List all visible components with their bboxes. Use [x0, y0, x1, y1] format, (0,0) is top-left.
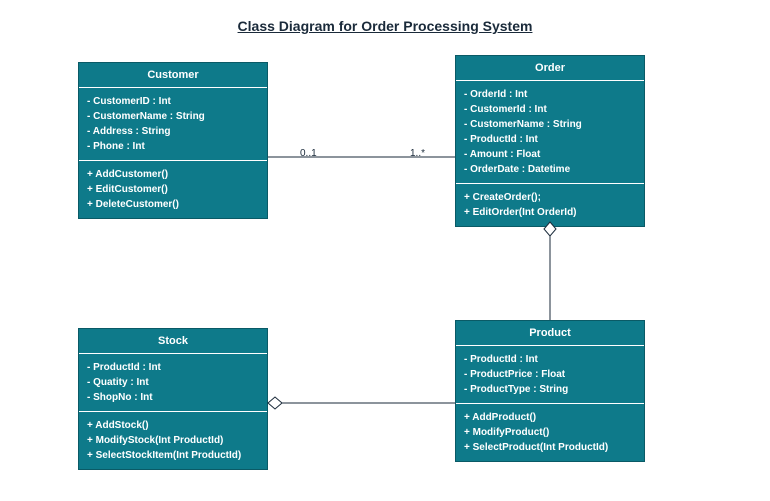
class-stock-attrs: - ProductId : Int - Quatity : Int - Shop…	[79, 354, 267, 412]
op: + ModifyProduct()	[464, 425, 636, 440]
attr: - Quatity : Int	[87, 375, 259, 390]
attr: - ProductType : String	[464, 382, 636, 397]
op: + EditCustomer()	[87, 182, 259, 197]
attr: - Address : String	[87, 124, 259, 139]
op: + AddCustomer()	[87, 167, 259, 182]
class-customer-ops: + AddCustomer() + EditCustomer() + Delet…	[79, 161, 267, 218]
op: + CreateOrder();	[464, 190, 636, 205]
op: + AddProduct()	[464, 410, 636, 425]
class-order-attrs: - OrderId : Int - CustomerId : Int - Cus…	[456, 81, 644, 184]
attr: - OrderId : Int	[464, 87, 636, 102]
attr: - ProductPrice : Float	[464, 367, 636, 382]
op: + SelectStockItem(Int ProductId)	[87, 448, 259, 463]
multiplicity-order-side: 1..*	[410, 148, 425, 159]
class-product-attrs: - ProductId : Int - ProductPrice : Float…	[456, 346, 644, 404]
attr: - CustomerID : Int	[87, 94, 259, 109]
attr: - ProductId : Int	[464, 352, 636, 367]
op: + DeleteCustomer()	[87, 197, 259, 212]
class-stock-name: Stock	[79, 329, 267, 354]
op: + SelectProduct(Int ProductId)	[464, 440, 636, 455]
attr: - CustomerName : String	[464, 117, 636, 132]
class-customer-attrs: - CustomerID : Int - CustomerName : Stri…	[79, 88, 267, 161]
op: + AddStock()	[87, 418, 259, 433]
attr: - Amount : Float	[464, 147, 636, 162]
attr: - Phone : Int	[87, 139, 259, 154]
class-order-ops: + CreateOrder(); + EditOrder(Int OrderId…	[456, 184, 644, 226]
class-stock-ops: + AddStock() + ModifyStock(Int ProductId…	[79, 412, 267, 469]
attr: - ProductId : Int	[464, 132, 636, 147]
class-customer-name: Customer	[79, 63, 267, 88]
class-order: Order - OrderId : Int - CustomerId : Int…	[455, 55, 645, 227]
multiplicity-customer-side: 0..1	[300, 148, 317, 159]
attr: - ShopNo : Int	[87, 390, 259, 405]
class-stock: Stock - ProductId : Int - Quatity : Int …	[78, 328, 268, 470]
class-order-name: Order	[456, 56, 644, 81]
diagram-title: Class Diagram for Order Processing Syste…	[0, 0, 770, 34]
op: + EditOrder(Int OrderId)	[464, 205, 636, 220]
attr: - OrderDate : Datetime	[464, 162, 636, 177]
attr: - CustomerName : String	[87, 109, 259, 124]
class-product-ops: + AddProduct() + ModifyProduct() + Selec…	[456, 404, 644, 461]
class-product: Product - ProductId : Int - ProductPrice…	[455, 320, 645, 462]
class-customer: Customer - CustomerID : Int - CustomerNa…	[78, 62, 268, 219]
attr: - ProductId : Int	[87, 360, 259, 375]
attr: - CustomerId : Int	[464, 102, 636, 117]
op: + ModifyStock(Int ProductId)	[87, 433, 259, 448]
class-product-name: Product	[456, 321, 644, 346]
